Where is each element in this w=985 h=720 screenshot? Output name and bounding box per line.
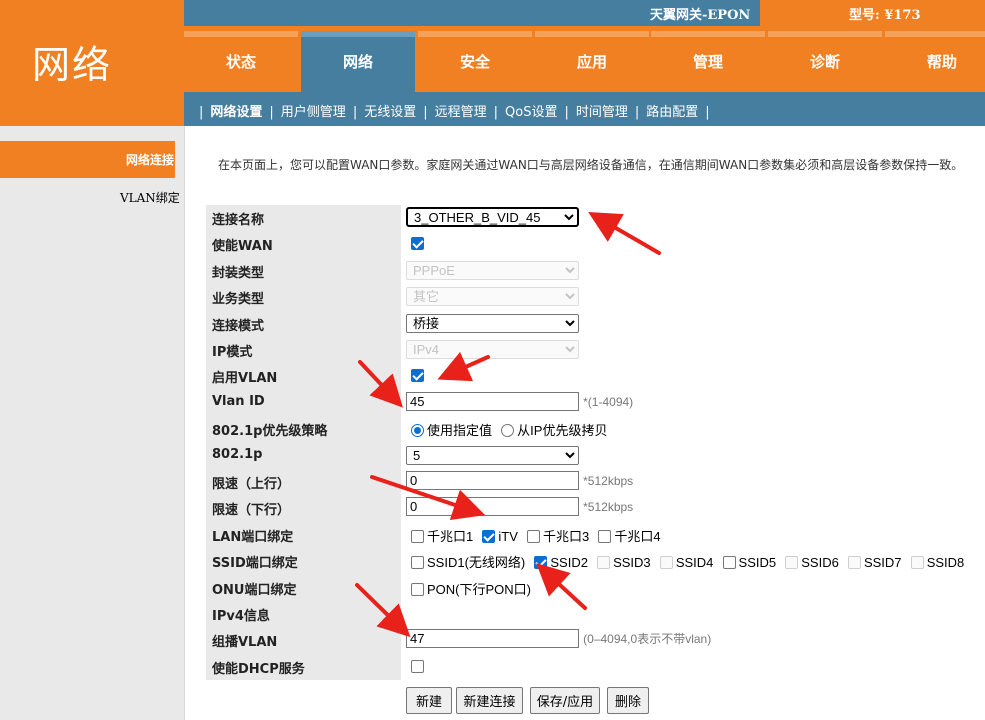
arrow-connection-name — [588, 211, 661, 255]
arrow-lan-itv — [370, 475, 486, 521]
arrow-ssid2 — [536, 563, 587, 610]
arrow-vlan-id — [358, 360, 403, 408]
annotation-arrows — [355, 211, 661, 638]
arrow-multicast-vlan — [355, 583, 411, 638]
arrow-enable-vlan — [437, 351, 490, 382]
